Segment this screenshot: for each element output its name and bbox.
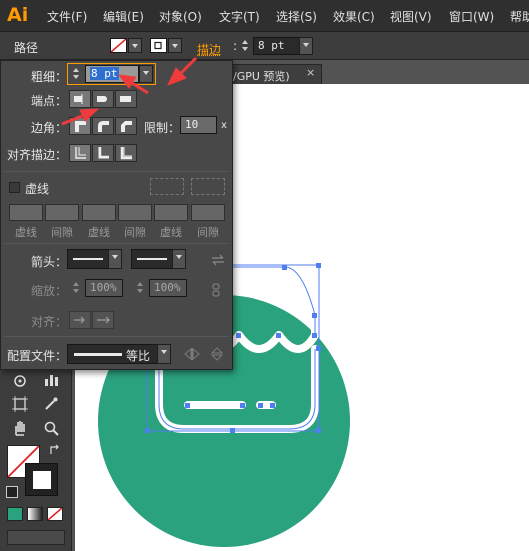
annotation-arrows (61, 56, 198, 126)
